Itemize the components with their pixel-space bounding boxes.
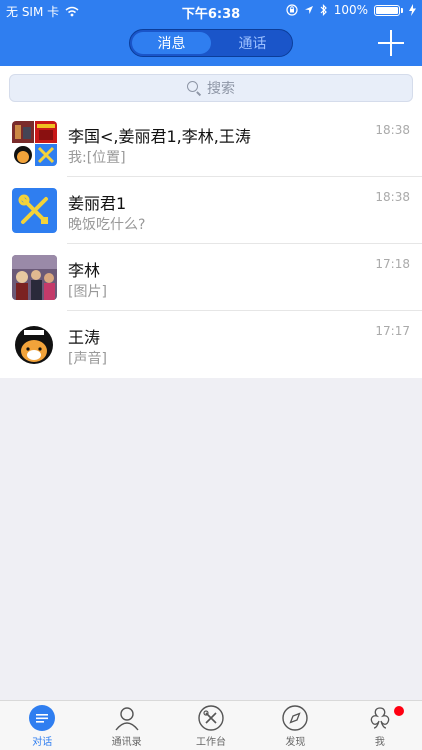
conversation-row[interactable]: 王涛 [声音] 17:17 <box>0 311 422 378</box>
search-area: 搜索 <box>0 66 422 110</box>
search-placeholder: 搜索 <box>207 81 235 97</box>
charging-icon <box>409 4 416 16</box>
tab-label: 我 <box>374 737 385 748</box>
bluetooth-icon <box>320 4 327 16</box>
location-icon <box>304 6 313 14</box>
conversation-list: 李国<,姜丽君1,李林,王涛 我:[位置] 18:38 姜丽君1 晚饭吃什么? … <box>0 110 422 378</box>
status-right: 100% <box>286 3 416 17</box>
message-call-switch: 消息 通话 <box>129 29 293 57</box>
contact-avatar <box>12 188 57 233</box>
tab-label: 工作台 <box>196 737 227 748</box>
orientation-lock-icon <box>286 4 298 16</box>
battery-tip <box>401 7 403 13</box>
conversation-preview: 晚饭吃什么? <box>68 217 146 233</box>
battery-percent: 100% <box>333 3 368 17</box>
search-icon <box>187 81 201 95</box>
tab-calls[interactable]: 通话 <box>213 30 292 56</box>
tools-icon <box>198 705 224 731</box>
conversation-name: 李林 <box>68 261 101 280</box>
search-input[interactable]: 搜索 <box>9 74 413 102</box>
tab-workbench[interactable]: 工作台 <box>169 701 253 750</box>
tab-label: 对话 <box>32 737 53 748</box>
notification-badge <box>393 706 404 716</box>
compass-icon <box>282 705 309 731</box>
conversation-time: 18:38 <box>375 123 410 137</box>
conversation-name: 姜丽君1 <box>68 194 127 213</box>
contact-avatar <box>12 322 57 367</box>
conversation-preview: [图片] <box>68 284 107 300</box>
tab-discover[interactable]: 发现 <box>253 701 337 750</box>
group-avatar <box>12 121 57 166</box>
tab-label: 通讯录 <box>111 737 142 748</box>
bottom-tab-bar: 对话 通讯录 工作台 发现 我 <box>0 700 422 750</box>
contact-avatar <box>12 255 57 300</box>
conversation-preview: 我:[位置] <box>68 150 126 166</box>
contacts-icon <box>115 707 139 731</box>
tab-label: 发现 <box>285 737 306 748</box>
conversation-name: 李国<,姜丽君1,李林,王涛 <box>68 127 251 146</box>
tab-contacts[interactable]: 通讯录 <box>84 701 168 750</box>
conversation-name: 王涛 <box>68 328 101 347</box>
conversation-preview: [声音] <box>68 351 107 367</box>
tab-me[interactable]: 我 <box>338 701 422 750</box>
plus-icon[interactable] <box>378 30 404 56</box>
battery-icon <box>374 4 400 16</box>
profile-icon <box>370 707 390 729</box>
conversation-row[interactable]: 姜丽君1 晚饭吃什么? 18:38 <box>0 177 422 244</box>
status-bar: 无 SIM 卡 下午6:38 100% <box>0 0 422 22</box>
conversation-row[interactable]: 李林 [图片] 17:18 <box>0 244 422 311</box>
conversation-time: 17:17 <box>375 324 410 338</box>
top-header: 无 SIM 卡 下午6:38 100% 消息 通话 <box>0 0 422 66</box>
tab-chat[interactable]: 对话 <box>0 701 84 750</box>
conversation-time: 18:38 <box>375 190 410 204</box>
chat-icon <box>29 705 56 731</box>
tab-messages[interactable]: 消息 <box>132 32 211 54</box>
conversation-time: 17:18 <box>375 257 410 271</box>
conversation-row[interactable]: 李国<,姜丽君1,李林,王涛 我:[位置] 18:38 <box>0 110 422 177</box>
